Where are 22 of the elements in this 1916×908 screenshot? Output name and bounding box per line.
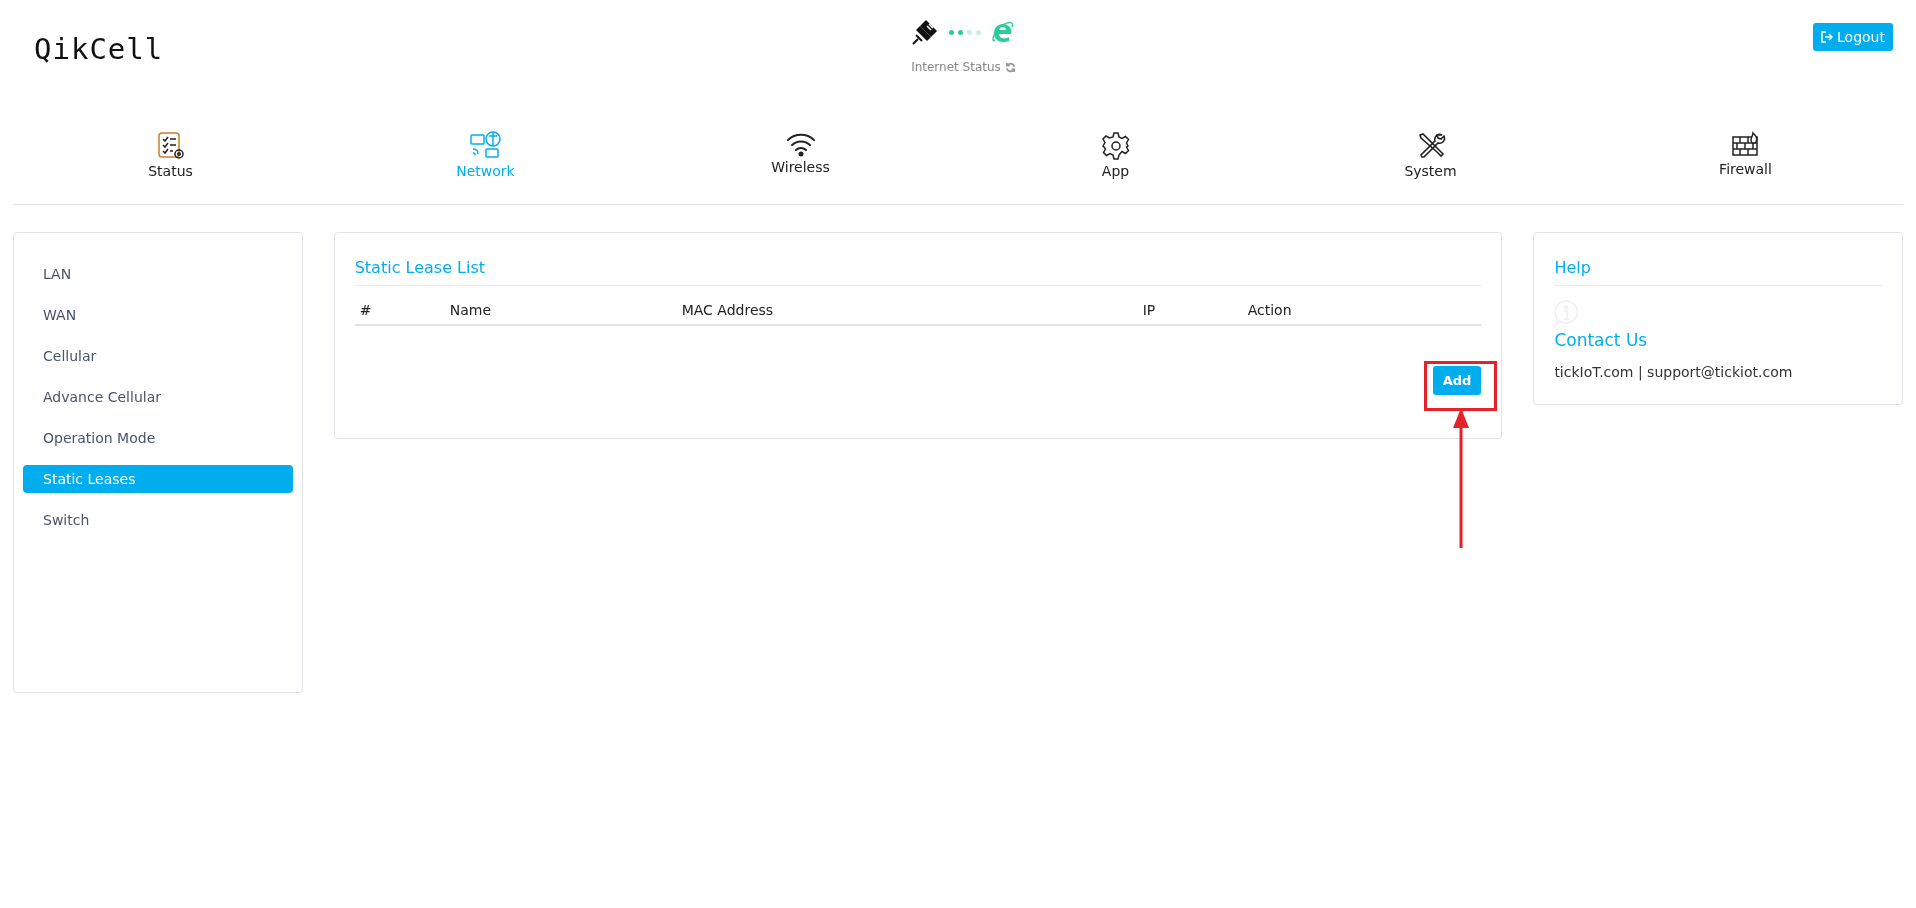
card-title: Static Lease List — [354, 253, 1482, 286]
contact-text: tickIoT.com | support@tickiot.com — [1554, 364, 1794, 380]
column-header: IP — [1142, 302, 1157, 318]
sidebar-item[interactable]: Operation Mode — [23, 424, 293, 452]
sidebar-item[interactable]: Switch — [23, 506, 293, 534]
sidebar-item[interactable]: Cellular — [23, 342, 293, 370]
sidebar-item[interactable]: LAN — [23, 260, 293, 288]
column-header: # — [359, 302, 373, 318]
sidebar-item[interactable]: WAN — [23, 301, 293, 329]
nav-tab[interactable]: Wireless — [643, 130, 958, 198]
nav-tab[interactable]: App — [958, 130, 1273, 198]
column-header: MAC Address — [681, 302, 775, 318]
logo: QikCell — [34, 32, 165, 66]
nav-tab[interactable]: Firewall — [1588, 130, 1903, 198]
column-header: Action — [1247, 302, 1293, 318]
sidebar-item[interactable]: Advance Cellular — [23, 383, 293, 411]
contact-title: Contact Us — [1554, 330, 1649, 350]
help-title: Help — [1554, 253, 1882, 286]
column-header: Name — [449, 302, 492, 318]
nav-tab[interactable]: System — [1273, 130, 1588, 198]
internet-status-label: Internet Status — [911, 60, 1001, 74]
nav-tab[interactable]: Status — [13, 130, 328, 198]
